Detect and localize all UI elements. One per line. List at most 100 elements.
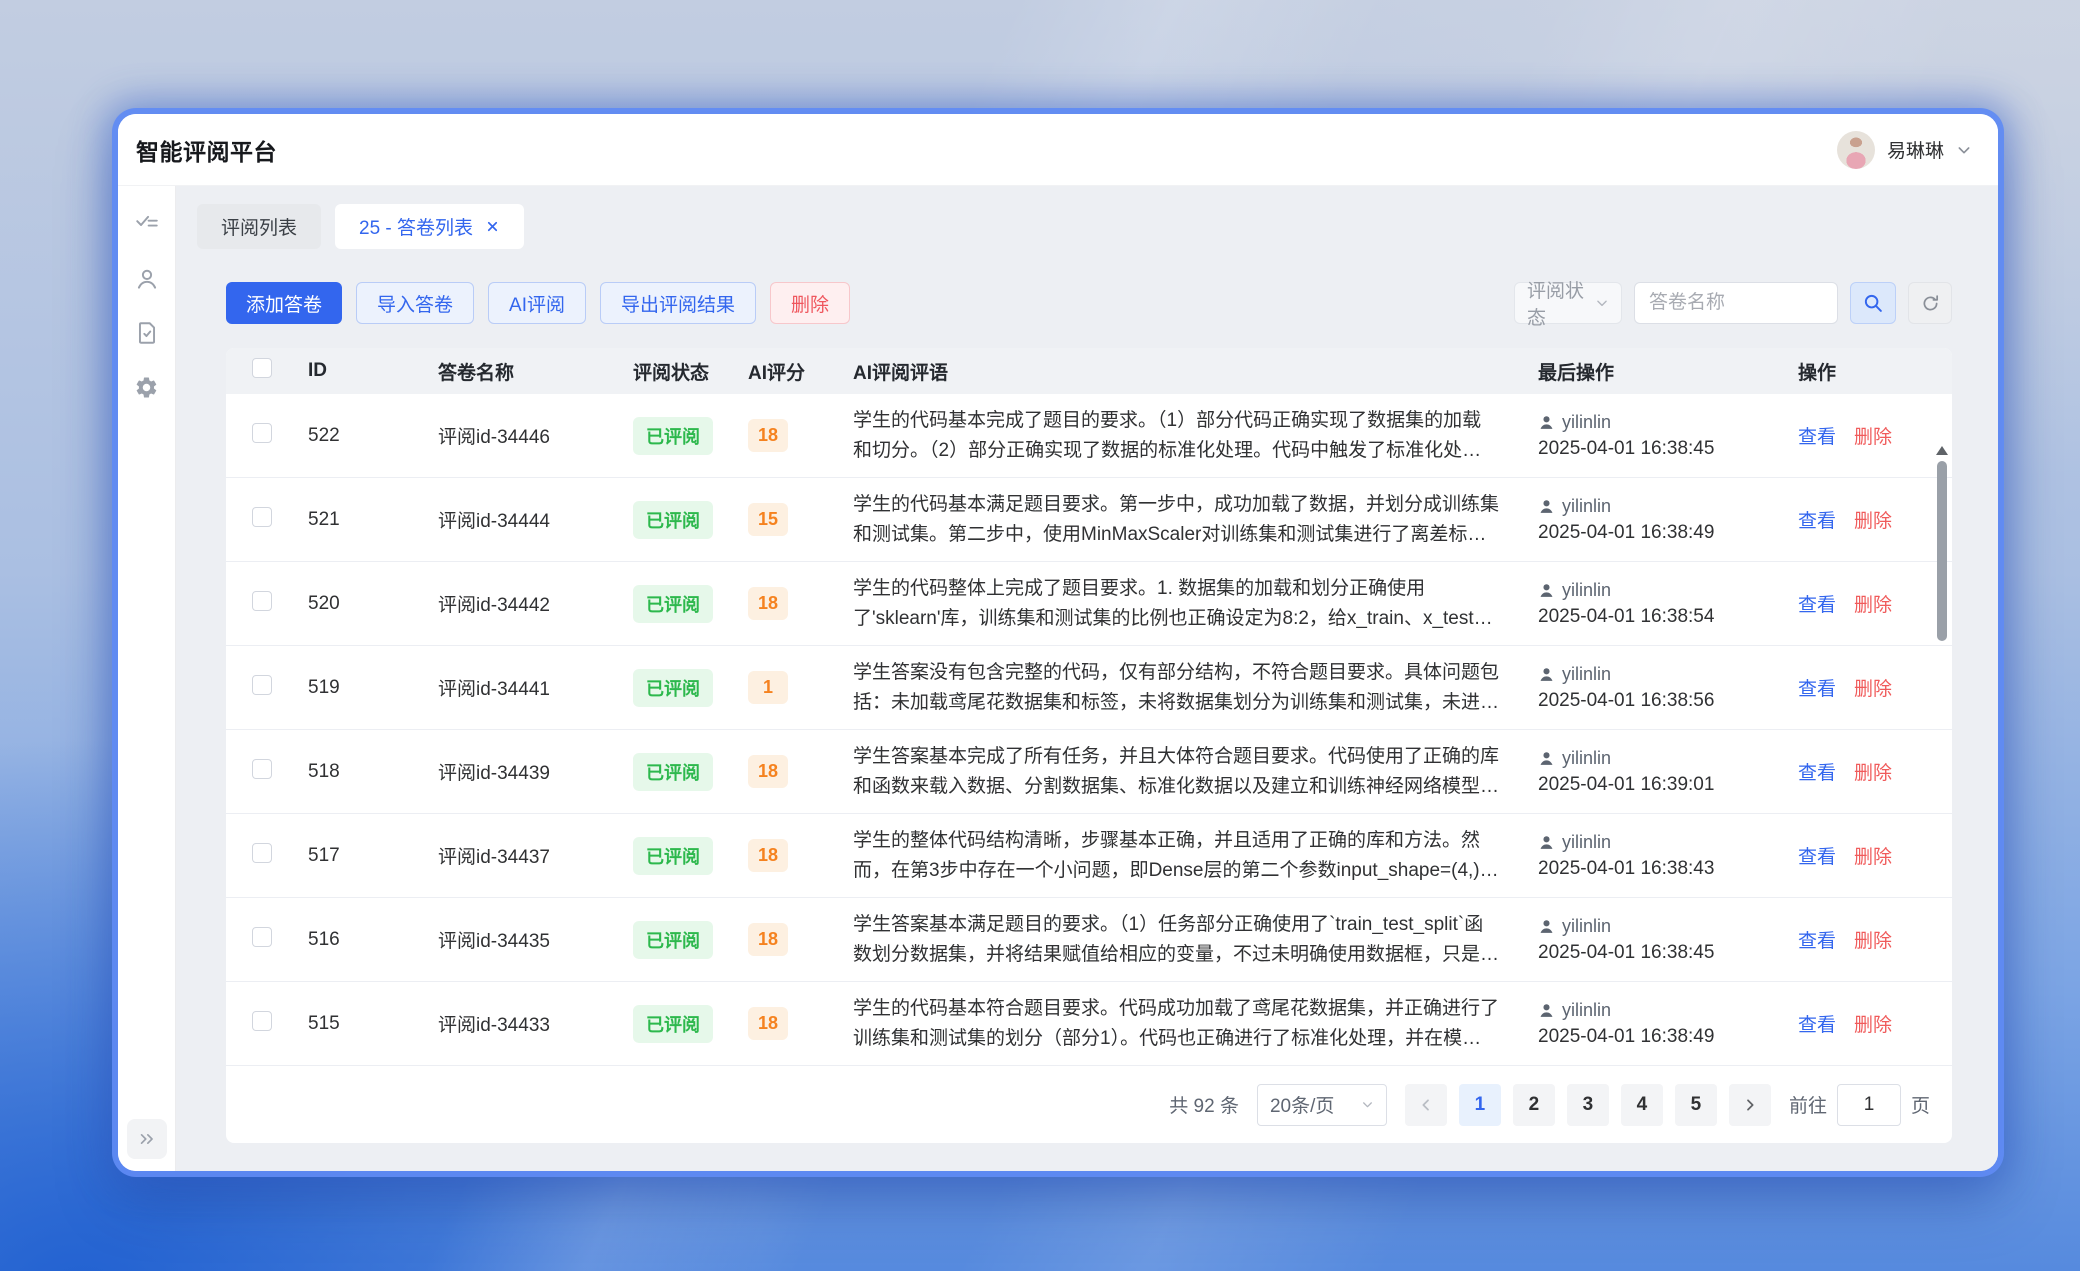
user-menu[interactable]: 易琳琳: [1837, 131, 1972, 169]
sidebar-item-papers[interactable]: [134, 320, 160, 346]
chevron-down-icon: [1956, 142, 1972, 158]
user-icon: [1538, 918, 1555, 935]
cell-name: 评阅id-34439: [426, 758, 621, 785]
export-results-button[interactable]: 导出评阅结果: [600, 282, 756, 324]
delete-link[interactable]: 删除: [1854, 1010, 1892, 1037]
sidebar-item-settings[interactable]: [134, 374, 160, 400]
table-row: 518 评阅id-34439 已评阅 18 学生答案基本完成了所有任务，并且大体…: [226, 730, 1952, 814]
col-header-name: 答卷名称: [426, 358, 621, 385]
row-checkbox[interactable]: [252, 507, 272, 527]
cell-time: 2025-04-01 16:38:45: [1538, 942, 1786, 964]
status-filter-select[interactable]: 评阅状态: [1514, 282, 1622, 324]
table-row: 516 评阅id-34435 已评阅 18 学生答案基本满足题目的要求。（1）任…: [226, 898, 1952, 982]
col-header-id: ID: [296, 360, 426, 382]
goto-page-input[interactable]: [1837, 1084, 1901, 1126]
status-badge: 已评阅: [633, 585, 713, 623]
page-button-2[interactable]: 2: [1513, 1084, 1555, 1126]
page-button-3[interactable]: 3: [1567, 1084, 1609, 1126]
row-checkbox[interactable]: [252, 1011, 272, 1031]
tab-label: 评阅列表: [221, 213, 297, 240]
view-link[interactable]: 查看: [1798, 506, 1836, 533]
view-link[interactable]: 查看: [1798, 842, 1836, 869]
table-row: 519 评阅id-34441 已评阅 1 学生答案没有包含完整的代码，仅有部分结…: [226, 646, 1952, 730]
score-badge: 18: [748, 839, 788, 872]
status-filter-value: 评阅状态: [1527, 276, 1595, 330]
view-link[interactable]: 查看: [1798, 758, 1836, 785]
row-checkbox[interactable]: [252, 927, 272, 947]
delete-link[interactable]: 删除: [1854, 506, 1892, 533]
page-button-1[interactable]: 1: [1459, 1084, 1501, 1126]
page-button-5[interactable]: 5: [1675, 1084, 1717, 1126]
cell-operator: yilinlin: [1562, 412, 1611, 433]
page-button-4[interactable]: 4: [1621, 1084, 1663, 1126]
user-icon: [1538, 750, 1555, 767]
table-row: 515 评阅id-34433 已评阅 18 学生的代码基本符合题目要求。代码成功…: [226, 982, 1952, 1066]
sidebar-item-students[interactable]: [134, 266, 160, 292]
row-checkbox[interactable]: [252, 759, 272, 779]
table-row: 517 评阅id-34437 已评阅 18 学生的整体代码结构清晰，步骤基本正确…: [226, 814, 1952, 898]
cell-operator: yilinlin: [1562, 916, 1611, 937]
search-input[interactable]: [1634, 282, 1838, 324]
scrollbar-thumb[interactable]: [1937, 461, 1947, 641]
delete-button[interactable]: 删除: [770, 282, 850, 324]
sidebar-collapse-button[interactable]: [127, 1119, 167, 1159]
search-button[interactable]: [1850, 282, 1896, 324]
delete-link[interactable]: 删除: [1854, 758, 1892, 785]
cell-time: 2025-04-01 16:38:56: [1538, 690, 1786, 712]
import-answer-button[interactable]: 导入答卷: [356, 282, 474, 324]
close-icon[interactable]: [485, 219, 500, 234]
cell-name: 评阅id-34444: [426, 506, 621, 533]
pagination: 共 92 条 20条/页 12345: [226, 1066, 1952, 1143]
user-icon: [1538, 582, 1555, 599]
delete-link[interactable]: 删除: [1854, 674, 1892, 701]
chevron-down-icon: [1361, 1098, 1374, 1111]
cell-operator: yilinlin: [1562, 1000, 1611, 1021]
ai-review-button[interactable]: AI评阅: [488, 282, 586, 324]
table-header-row: ID 答卷名称 评阅状态 AI评分 AI评阅评语 最后操作 操作: [226, 348, 1952, 394]
user-icon: [1538, 666, 1555, 683]
answer-table-card: ID 答卷名称 评阅状态 AI评分 AI评阅评语 最后操作 操作 522 评阅i…: [226, 348, 1952, 1143]
view-link[interactable]: 查看: [1798, 926, 1836, 953]
delete-link[interactable]: 删除: [1854, 842, 1892, 869]
next-page-button[interactable]: [1729, 1084, 1771, 1126]
view-link[interactable]: 查看: [1798, 590, 1836, 617]
cell-id: 520: [296, 593, 426, 615]
avatar[interactable]: [1837, 131, 1875, 169]
col-header-score: AI评分: [736, 358, 841, 385]
view-link[interactable]: 查看: [1798, 422, 1836, 449]
prev-page-button[interactable]: [1405, 1084, 1447, 1126]
cell-comment: 学生的代码基本满足题目要求。第一步中，成功加载了数据，并划分成训练集和测试集。第…: [841, 490, 1526, 550]
tab-review-list[interactable]: 评阅列表: [197, 204, 321, 249]
user-icon: [1538, 498, 1555, 515]
cell-operator: yilinlin: [1562, 832, 1611, 853]
collapse-icon: [137, 1129, 157, 1149]
view-link[interactable]: 查看: [1798, 1010, 1836, 1037]
row-checkbox[interactable]: [252, 843, 272, 863]
sidebar-item-review-list[interactable]: [134, 212, 160, 238]
chevron-right-icon: [1742, 1097, 1758, 1113]
row-checkbox[interactable]: [252, 591, 272, 611]
delete-link[interactable]: 删除: [1854, 926, 1892, 953]
refresh-button[interactable]: [1908, 282, 1952, 324]
status-badge: 已评阅: [633, 921, 713, 959]
page-size-select[interactable]: 20条/页: [1257, 1084, 1387, 1126]
add-answer-button[interactable]: 添加答卷: [226, 282, 342, 324]
cell-operator: yilinlin: [1562, 664, 1611, 685]
main-content: 评阅列表 25 - 答卷列表 添加答卷 导入答卷 AI评阅 导出评阅结果 删除: [176, 186, 1998, 1171]
cell-time: 2025-04-01 16:38:45: [1538, 438, 1786, 460]
app-header: 智能评阅平台 易琳琳: [118, 114, 1998, 186]
select-all-checkbox[interactable]: [252, 358, 272, 378]
review-list-icon: [134, 212, 160, 238]
delete-link[interactable]: 删除: [1854, 590, 1892, 617]
view-link[interactable]: 查看: [1798, 674, 1836, 701]
cell-name: 评阅id-34435: [426, 926, 621, 953]
row-checkbox[interactable]: [252, 675, 272, 695]
scroll-up-icon[interactable]: [1936, 446, 1948, 455]
cell-time: 2025-04-01 16:38:54: [1538, 606, 1786, 628]
cell-name: 评阅id-34446: [426, 422, 621, 449]
cell-time: 2025-04-01 16:39:01: [1538, 774, 1786, 796]
delete-link[interactable]: 删除: [1854, 422, 1892, 449]
tab-answer-sheet-list[interactable]: 25 - 答卷列表: [335, 204, 524, 249]
row-checkbox[interactable]: [252, 423, 272, 443]
table-scrollbar[interactable]: [1936, 446, 1948, 1066]
